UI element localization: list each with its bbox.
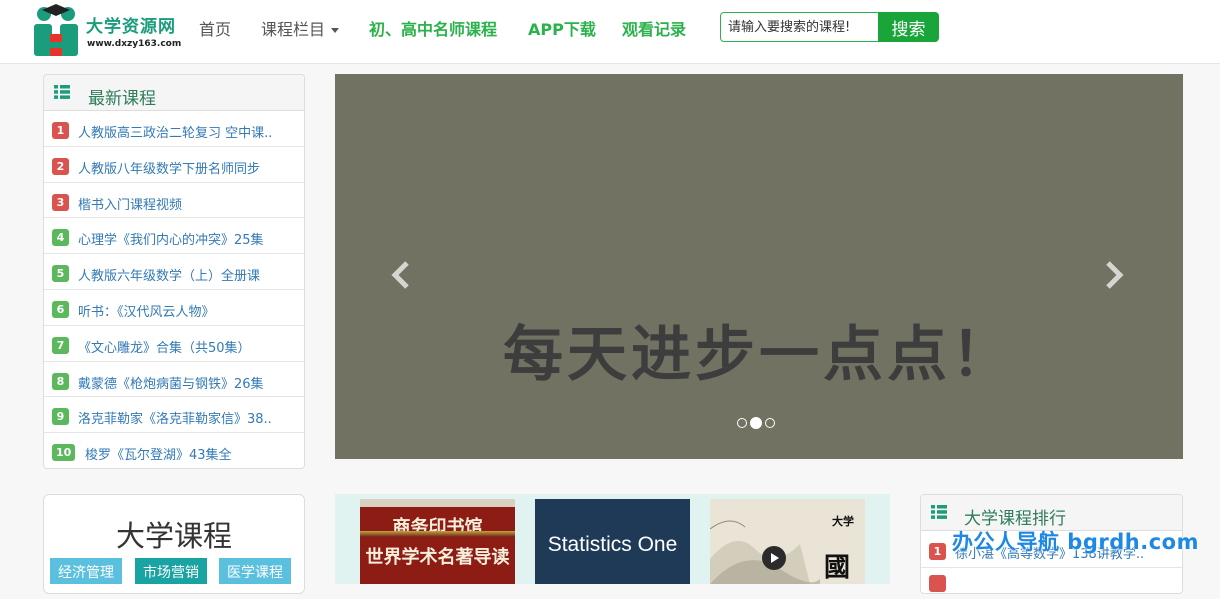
banner-carousel[interactable]: 每天进步一点点！ — [335, 74, 1183, 459]
carousel-dot[interactable] — [737, 417, 747, 428]
rank-badge: 4 — [52, 229, 69, 247]
chevron-down-icon — [331, 28, 340, 33]
course-link[interactable]: 洛克菲勒家《洛克菲勒家信》38.. — [78, 408, 272, 427]
book-cover[interactable]: Statistics One — [535, 499, 690, 584]
latest-courses-header: 最新课程 — [44, 75, 304, 111]
course-link[interactable]: 心理学《我们内心的冲突》25集 — [78, 229, 264, 248]
tag-medical[interactable]: 医学课程 — [219, 558, 291, 584]
rank-badge: 6 — [52, 300, 69, 318]
list-item[interactable]: 2 人教版八年级数学下册名师同步 — [44, 147, 304, 183]
book-cover-subtitle: 世界学术名著导读 — [365, 547, 510, 568]
logo-mark-icon — [34, 4, 78, 56]
book-cover-title: 國 — [824, 553, 851, 583]
course-link[interactable]: 人教版六年级数学（上）全册课 — [78, 265, 260, 284]
list-item[interactable]: 5 人教版六年级数学（上）全册课 — [44, 254, 304, 290]
chevron-left-icon[interactable] — [390, 260, 412, 290]
rank-badge: 8 — [52, 372, 69, 390]
course-link[interactable]: 梭罗《瓦尔登湖》43集全 — [85, 444, 232, 463]
cover-band — [360, 499, 515, 507]
latest-courses-panel: 最新课程 1 人教版高三政治二轮复习 空中课.. 2 人教版八年级数学下册名师同步 … — [43, 74, 305, 469]
book-cover[interactable]: 大学 國 — [710, 499, 865, 584]
list-item[interactable]: 3 楷书入门课程视频 — [44, 183, 304, 219]
tag-economics-management[interactable]: 经济管理 — [50, 558, 122, 584]
nav-middle-high-school[interactable]: 初、高中名师课程 — [369, 16, 497, 40]
rank-badge: 3 — [52, 193, 69, 211]
course-link[interactable]: 人教版八年级数学下册名师同步 — [78, 158, 260, 177]
book-cover-title: Statistics One — [547, 533, 678, 556]
university-courses-panel: 大学课程 经济管理 市场营销 医学课程 — [43, 494, 305, 594]
list-item[interactable]: 6 听书：《汉代风云人物》 — [44, 290, 304, 326]
course-link[interactable]: 人教版高三政治二轮复习 空中课.. — [78, 122, 272, 141]
list-icon — [931, 505, 947, 519]
course-link[interactable]: 楷书入门课程视频 — [78, 194, 182, 213]
play-triangle — [771, 553, 779, 563]
rank-badge: 10 — [52, 444, 76, 462]
nav-home[interactable]: 首页 — [199, 16, 231, 40]
featured-books-strip: 商务印书馆 世界学术名著导读 Statistics One 大学 國 — [335, 494, 890, 584]
rank-badge: 9 — [52, 408, 69, 426]
cover-divider — [360, 531, 515, 537]
book-cover-label: 大学 — [832, 515, 854, 528]
play-icon[interactable] — [762, 546, 786, 570]
slide-caption: 每天进步一点点！ — [503, 320, 1015, 390]
nav-course-categories-label: 课程栏目 — [261, 20, 326, 39]
list-item[interactable]: 7 《文心雕龙》合集（共50集） — [44, 326, 304, 362]
carousel-dot[interactable] — [765, 417, 775, 428]
watermark-text: 办公人导航 bgrdh.com — [952, 530, 1199, 554]
book-cover[interactable]: 商务印书馆 世界学术名著导读 — [360, 499, 515, 584]
course-link[interactable]: 戴蒙德《枪炮病菌与钢铁》26集 — [78, 373, 264, 392]
university-courses-title: 大学课程 — [115, 519, 232, 553]
carousel-indicators — [737, 412, 778, 429]
list-item[interactable]: 8 戴蒙德《枪炮病菌与钢铁》26集 — [44, 362, 304, 398]
chevron-right-icon[interactable] — [1103, 260, 1125, 290]
list-item[interactable]: 10 梭罗《瓦尔登湖》43集全 — [44, 433, 304, 469]
latest-courses-title: 最新课程 — [88, 89, 156, 109]
list-item[interactable]: 9 洛克菲勒家《洛克菲勒家信》38.. — [44, 397, 304, 434]
course-link[interactable]: 《文心雕龙》合集（共50集） — [78, 337, 251, 356]
latest-courses-list: 1 人教版高三政治二轮复习 空中课.. 2 人教版八年级数学下册名师同步 3 楷书入门… — [44, 111, 304, 469]
top-header: 大学资源网 www.dxzy163.com 首页 课程栏目 初、高中名师课程 A… — [0, 0, 1220, 64]
rank-badge: 5 — [52, 265, 69, 283]
search-input[interactable] — [720, 12, 879, 42]
logo-url: www.dxzy163.com — [87, 39, 182, 49]
tag-marketing[interactable]: 市场营销 — [135, 558, 207, 584]
nav-app-download[interactable]: APP下载 — [528, 16, 596, 40]
nav-course-categories[interactable]: 课程栏目 — [261, 16, 340, 40]
carousel-dot-active[interactable] — [750, 416, 762, 429]
list-item[interactable]: 1 人教版高三政治二轮复习 空中课.. — [44, 111, 304, 147]
rank-badge: 7 — [52, 336, 69, 354]
logo-title: 大学资源网 — [86, 17, 176, 37]
nav-watch-history[interactable]: 观看记录 — [622, 16, 686, 40]
rank-badge: 1 — [52, 122, 69, 139]
rank-badge: 2 — [52, 157, 69, 175]
list-icon — [54, 85, 70, 99]
rank-badge: 1 — [929, 543, 946, 560]
search-button[interactable]: 搜索 — [878, 12, 939, 42]
list-item[interactable]: 4 心理学《我们内心的冲突》25集 — [44, 218, 304, 255]
course-link[interactable]: 听书：《汉代风云人物》 — [78, 301, 215, 320]
site-logo[interactable]: 大学资源网 www.dxzy163.com — [30, 2, 190, 58]
list-item[interactable] — [921, 569, 1182, 599]
